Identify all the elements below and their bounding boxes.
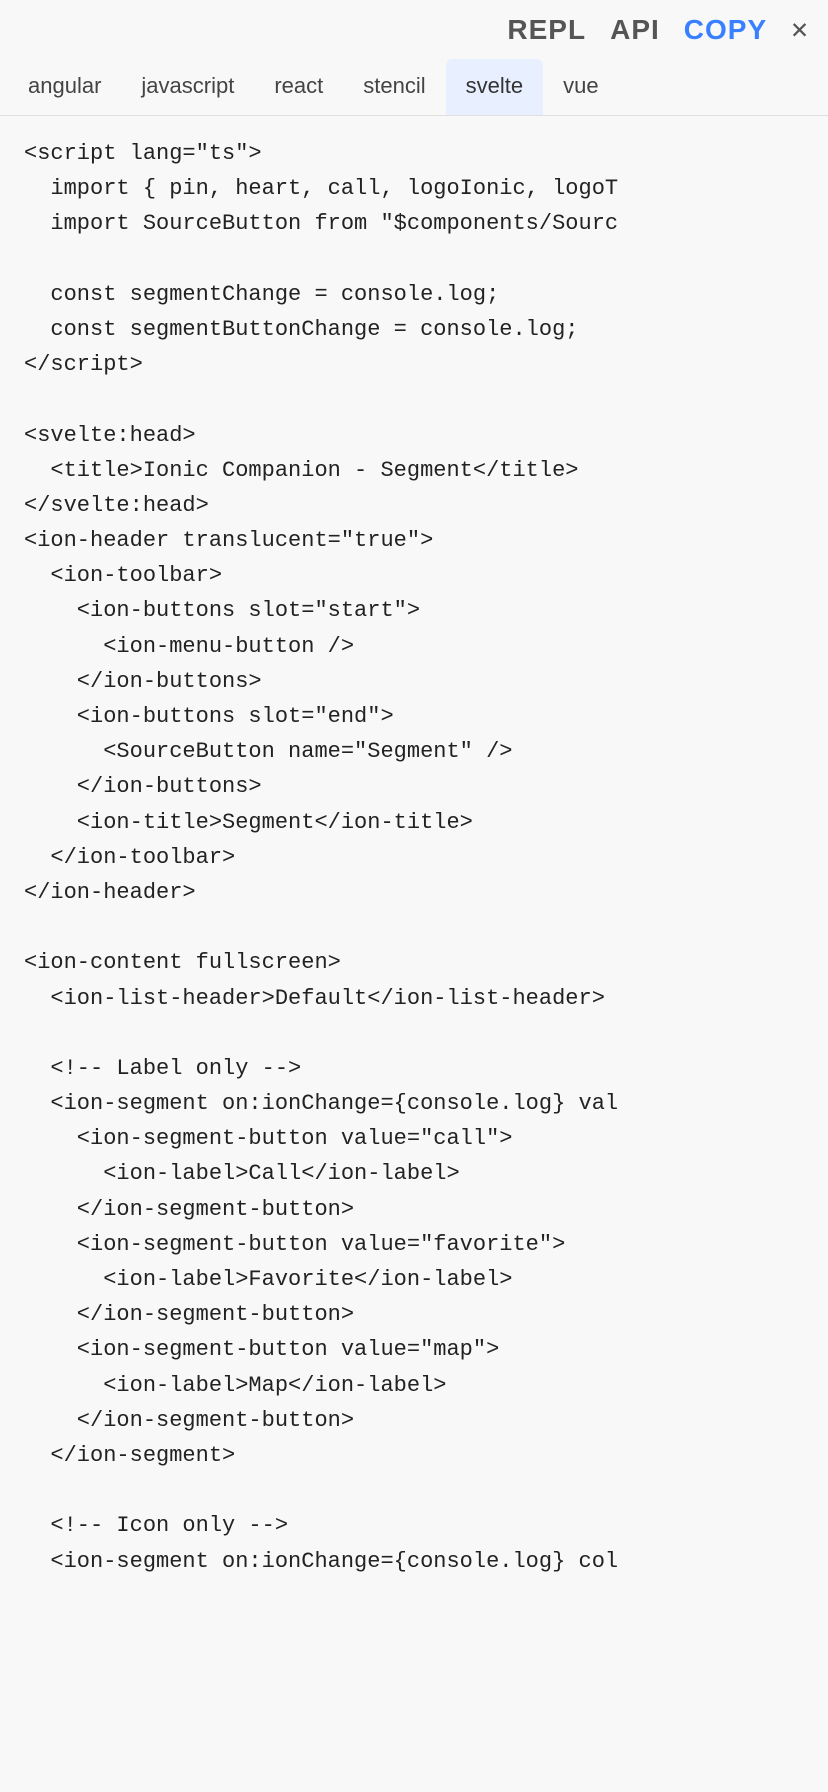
code-content: <script lang="ts"> import { pin, heart, … [24, 136, 804, 1579]
close-icon[interactable]: ✕ [791, 12, 808, 47]
repl-nav-item[interactable]: REPL [507, 14, 586, 46]
tab-svelte[interactable]: svelte [446, 59, 543, 115]
tab-stencil[interactable]: stencil [343, 59, 445, 115]
api-nav-item[interactable]: API [610, 14, 660, 46]
top-nav: REPL API COPY ✕ [0, 0, 828, 59]
tab-react[interactable]: react [254, 59, 343, 115]
tab-bar: angular javascript react stencil svelte … [0, 59, 828, 116]
code-area: <script lang="ts"> import { pin, heart, … [0, 116, 828, 1716]
copy-nav-item[interactable]: COPY [684, 14, 767, 46]
tab-vue[interactable]: vue [543, 59, 618, 115]
tab-javascript[interactable]: javascript [121, 59, 254, 115]
tab-angular[interactable]: angular [8, 59, 121, 115]
